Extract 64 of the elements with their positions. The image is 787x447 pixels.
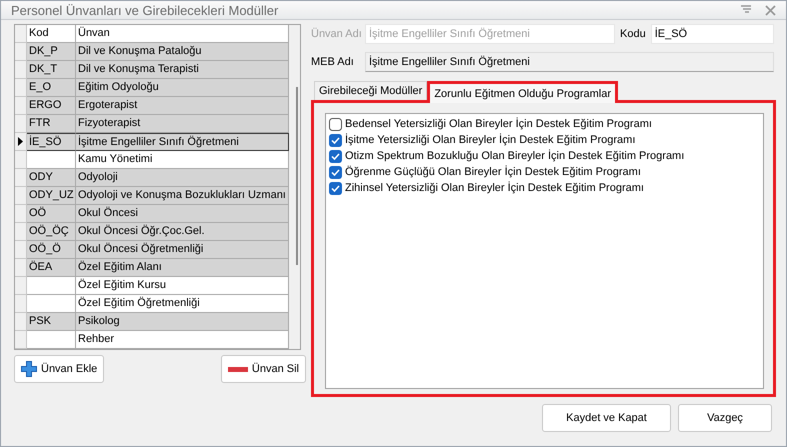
table-cell: OÖ <box>27 205 76 223</box>
table-cell: Okul Öncesi <box>76 205 289 223</box>
table-cell: DK_T <box>27 61 76 79</box>
table-cell: Dil ve Konuşma Pataloğu <box>76 43 289 61</box>
row-header[interactable] <box>15 133 27 151</box>
checkbox[interactable] <box>329 134 342 146</box>
table-cell: İşitme Engelliler Sınıfı Öğretmeni <box>76 133 289 151</box>
table-cell: OÖ_Ö <box>27 241 76 259</box>
table-cell: Psikolog <box>76 313 289 331</box>
text-field: İşitme Engelliler Sınıfı Öğretmeni <box>365 24 615 44</box>
table-cell <box>27 151 76 169</box>
plus-icon <box>21 361 37 377</box>
table-cell: ODY <box>27 169 76 187</box>
text-field[interactable]: İşitme Engelliler Sınıfı Öğretmeni <box>365 52 774 72</box>
table-cell: DK_P <box>27 43 76 61</box>
table-cell: Eğitim Odyoloğu <box>76 79 289 97</box>
table-cell: ODY_UZ <box>27 187 76 205</box>
menu-icon[interactable] <box>741 5 751 15</box>
table-cell: Özel Eğitim Alanı <box>76 259 289 277</box>
cancel-button[interactable]: Vazgeç <box>678 404 772 432</box>
field-label: Ünvan Adı <box>311 28 363 40</box>
table-cell: Odyoloji ve Konuşma Bozuklukları Uzmanı <box>76 187 289 205</box>
column-header[interactable]: Kod <box>27 25 76 43</box>
table-cell: Okul Öncesi Öğr.Çoc.Gel. <box>76 223 289 241</box>
table-cell <box>27 295 76 313</box>
field-label: MEB Adı <box>311 56 355 68</box>
table-cell: Ergoterapist <box>76 97 289 115</box>
checkbox[interactable] <box>329 150 342 162</box>
table-cell: OÖ_ÖÇ <box>27 223 76 241</box>
minus-icon <box>228 366 248 372</box>
table-cell: Rehber <box>76 331 289 349</box>
window-title: Personel Ünvanları ve Girebilecekleri Modüller <box>11 2 280 18</box>
checkbox[interactable] <box>329 118 342 130</box>
text-field[interactable]: İE_SÖ <box>650 24 774 44</box>
table-cell: FTR <box>27 115 76 133</box>
checkbox-label: Otizm Spektrum Bozukluğu Olan Bireyler İçin Destek Eğitim Programı <box>345 150 684 162</box>
table-cell: Okul Öncesi Öğretmenliği <box>76 241 289 259</box>
tab[interactable]: Zorunlu Eğitmen Olduğu Programlar <box>427 81 618 103</box>
close-icon[interactable] <box>765 4 776 16</box>
table-cell: Fizyoterapist <box>76 115 289 133</box>
field-label: Kodu <box>620 28 646 40</box>
table-cell: Özel Eğitim Öğretmenliği <box>76 295 289 313</box>
checkbox-label: İşitme Yetersizliği Olan Bireyler İçin Destek Eğitim Programı <box>345 134 636 146</box>
column-header[interactable]: Ünvan <box>76 25 289 43</box>
checkbox-label: Öğrenme Güçlüğü Olan Bireyler İçin Destek Eğitim Programı <box>345 166 641 178</box>
table-cell: ÖEA <box>27 259 76 277</box>
table-cell: Dil ve Konuşma Terapisti <box>76 61 289 79</box>
add-button[interactable]: Ünvan Ekle <box>14 355 104 383</box>
save-button[interactable]: Kaydet ve Kapat <box>542 404 671 432</box>
table-cell: E_O <box>27 79 76 97</box>
table-cell: İE_SÖ <box>27 133 76 151</box>
table-cell: Odyoloji <box>76 169 289 187</box>
tab[interactable]: Girebileceği Modüller <box>314 81 428 100</box>
checkbox[interactable] <box>329 182 342 194</box>
checkbox-label: Zihinsel Yetersizliği Olan Bireyler İçin Destek Eğitim Programı <box>345 182 644 194</box>
table-cell: ERGO <box>27 97 76 115</box>
checkbox-label: Bedensel Yetersizliği Olan Bireyler İçin Destek Eğitim Programı <box>345 118 652 130</box>
remove-button[interactable]: Ünvan Sil <box>220 355 306 383</box>
scrollbar-thumb[interactable] <box>296 87 298 265</box>
table-cell <box>27 277 76 295</box>
checkbox[interactable] <box>329 166 342 178</box>
table-cell: Kamu Yönetimi <box>76 151 289 169</box>
table-cell: PSK <box>27 313 76 331</box>
table-cell: Özel Eğitim Kursu <box>76 277 289 295</box>
